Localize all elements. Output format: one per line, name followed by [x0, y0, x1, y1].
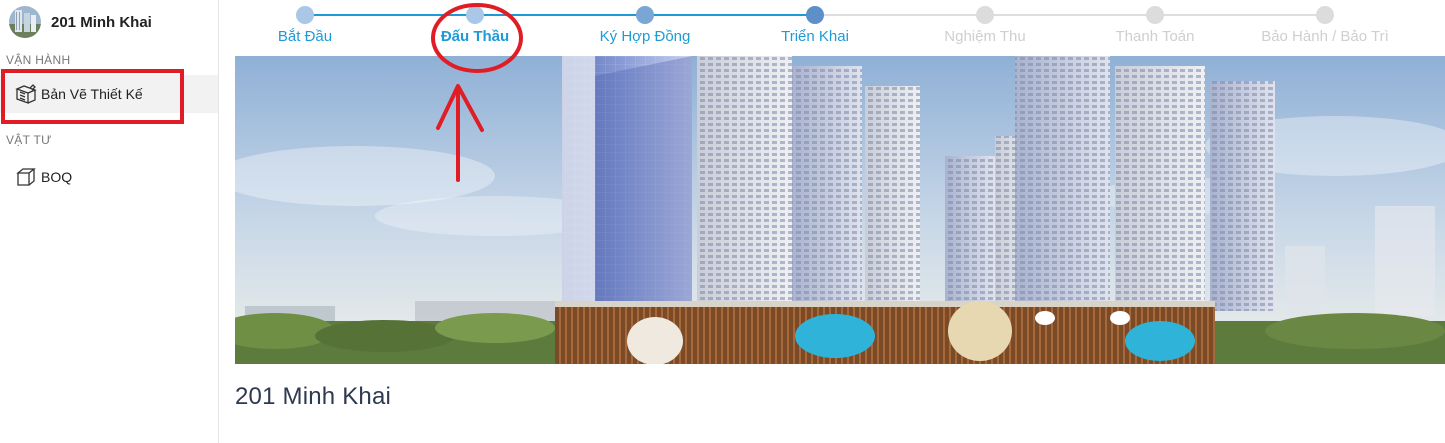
- project-banner-image: [235, 56, 1445, 364]
- step-contract[interactable]: Ký Hợp Đồng: [560, 6, 730, 45]
- step-dot: [1316, 6, 1334, 24]
- step-dot: [636, 6, 654, 24]
- step-dot: [296, 6, 314, 24]
- sidebar-item-label: BOQ: [41, 169, 73, 185]
- section-title-materials: VẬT TƯ: [6, 133, 52, 147]
- step-dot: [806, 6, 824, 24]
- step-dot: [1146, 6, 1164, 24]
- step-dot: [976, 6, 994, 24]
- page-title: 201 Minh Khai: [235, 383, 392, 410]
- sidebar: 201 Minh Khai VẬN HÀNH Bản Vẽ Thiết Kế V…: [0, 0, 219, 443]
- building-avatar-icon: [9, 6, 41, 38]
- step-label: Ký Hợp Đồng: [599, 28, 691, 45]
- project-name: 201 Minh Khai: [51, 13, 152, 31]
- step-payment[interactable]: Thanh Toán: [1070, 6, 1240, 45]
- step-label: Bảo Hành / Bảo Trì: [1261, 28, 1389, 45]
- sidebar-item-boq[interactable]: BOQ: [0, 158, 218, 196]
- step-label: Thanh Toán: [1115, 28, 1195, 45]
- step-dot: [466, 6, 484, 24]
- step-label: Nghiệm Thu: [944, 28, 1026, 45]
- section-title-operation: VẬN HÀNH: [6, 53, 71, 67]
- step-label: Bắt Đầu: [277, 28, 333, 45]
- step-bidding[interactable]: Đấu Thầu: [390, 6, 560, 45]
- step-deployment[interactable]: Triển Khai: [730, 6, 900, 45]
- step-warranty[interactable]: Bảo Hành / Bảo Trì: [1240, 6, 1410, 45]
- annotation-highlight-box: [1, 69, 184, 124]
- step-acceptance[interactable]: Nghiệm Thu: [900, 6, 1070, 45]
- box-icon: [14, 166, 38, 188]
- step-label: Đấu Thầu: [440, 28, 510, 45]
- progress-stepper: Bắt Đầu Đấu Thầu Ký Hợp Đồng Triển Khai …: [219, 0, 1445, 56]
- step-start[interactable]: Bắt Đầu: [220, 6, 390, 45]
- project-selector[interactable]: 201 Minh Khai: [9, 6, 152, 38]
- app-window: 201 Minh Khai VẬN HÀNH Bản Vẽ Thiết Kế V…: [0, 0, 1445, 443]
- step-label: Triển Khai: [781, 28, 849, 45]
